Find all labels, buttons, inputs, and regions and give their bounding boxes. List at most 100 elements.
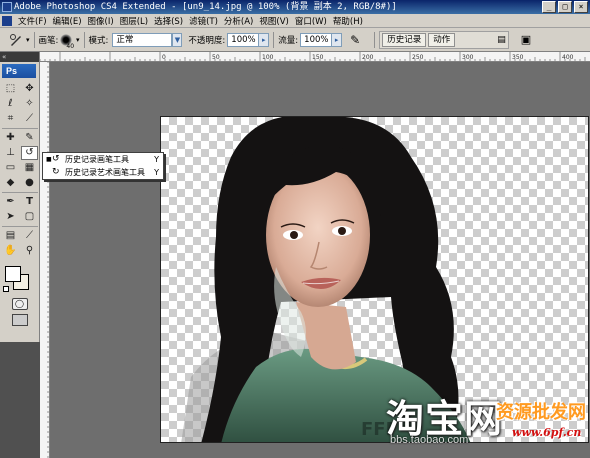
notes-tool-icon[interactable]: ▤ bbox=[2, 229, 19, 243]
quick-mask-icon[interactable]: ◯ bbox=[11, 298, 28, 310]
menu-view[interactable]: 视图(V) bbox=[256, 15, 291, 27]
site-cn-watermark: 资源批发网 bbox=[496, 402, 586, 423]
opacity-field[interactable]: 100% bbox=[227, 32, 260, 47]
maximize-button[interactable]: □ bbox=[558, 1, 572, 13]
ruler-label: 300 bbox=[462, 54, 474, 61]
portrait-photo: FFF bbox=[181, 117, 471, 442]
close-button[interactable]: × bbox=[574, 1, 588, 13]
ruler-label: 0 bbox=[162, 54, 166, 61]
opacity-slider-arrow-icon[interactable]: ▸ bbox=[259, 32, 270, 47]
ruler-label: 150 bbox=[312, 54, 324, 61]
menu-bar: 文件(F) 编辑(E) 图像(I) 图层(L) 选择(S) 滤镜(T) 分析(A… bbox=[0, 14, 590, 28]
opacity-label: 不透明度: bbox=[188, 35, 226, 46]
selected-bullet-icon: ■ bbox=[46, 156, 52, 163]
flyout-item-art-history-brush[interactable]: ↻ 历史记录艺术画笔工具 Y bbox=[43, 166, 163, 179]
airbrush-icon[interactable]: ✎ bbox=[350, 33, 360, 47]
mode-label: 模式: bbox=[88, 35, 109, 46]
options-bar: ▾ 画笔: 40 ▾ 模式: 正常 ▼ 不透明度: 100% ▸ 流量: 100… bbox=[0, 28, 590, 52]
flow-label: 流量: bbox=[278, 35, 299, 46]
move-tool-icon[interactable]: ✥ bbox=[21, 82, 38, 96]
screen-mode-icon[interactable] bbox=[11, 314, 28, 326]
tab-actions[interactable]: 动作 bbox=[428, 32, 456, 47]
site-url-watermark: www.6pf.cn bbox=[512, 426, 582, 439]
toolbox-collapse-icon[interactable]: « bbox=[0, 52, 39, 62]
menu-image[interactable]: 图像(I) bbox=[85, 15, 117, 27]
shortcut-key: Y bbox=[154, 155, 159, 164]
tab-history[interactable]: 历史记录 bbox=[382, 32, 427, 47]
hand-tool-icon[interactable]: ✋ bbox=[2, 244, 19, 258]
menu-file[interactable]: 文件(F) bbox=[15, 15, 50, 27]
menu-help[interactable]: 帮助(H) bbox=[330, 15, 366, 27]
path-selection-tool-icon[interactable]: ➤ bbox=[2, 210, 19, 224]
gradient-tool-icon[interactable]: ▦ bbox=[21, 161, 38, 175]
history-brush-tool-icon[interactable]: ↺ bbox=[21, 146, 38, 160]
type-tool-icon[interactable]: T bbox=[21, 195, 38, 209]
eraser-tool-icon[interactable]: ▭ bbox=[2, 161, 19, 175]
zoom-tool-icon[interactable]: ⚲ bbox=[21, 244, 38, 258]
magic-wand-tool-icon[interactable]: ✧ bbox=[21, 97, 38, 111]
brush-size: 40 bbox=[66, 43, 75, 50]
minimize-button[interactable]: _ bbox=[542, 1, 556, 13]
shortcut-key: Y bbox=[154, 168, 159, 177]
toolbox: « Ps ⬚ ✥ ℓ ✧ ⌗ ⟋ ✚ ✎ ⊥ ↺ ▭ ▦ ◆ ● ✒ T ➤ ▢… bbox=[0, 52, 40, 342]
art-history-brush-icon: ↻ bbox=[52, 167, 60, 177]
document-workspace: FFF 淘宝网 bbs.taobao.com 资源批发网 www.6pf.cn bbox=[50, 62, 590, 458]
panel-dock: 历史记录 动作 ▤ bbox=[379, 30, 509, 49]
default-colors-icon[interactable] bbox=[3, 286, 9, 292]
mode-select[interactable]: 正常 bbox=[112, 32, 173, 47]
menu-window[interactable]: 窗口(W) bbox=[292, 15, 330, 27]
lasso-tool-icon[interactable]: ℓ bbox=[2, 97, 19, 111]
ruler-horizontal: 0 50 100 150 200 250 300 350 400 bbox=[40, 52, 590, 62]
menu-select[interactable]: 选择(S) bbox=[151, 15, 186, 27]
tool-preset-picker[interactable] bbox=[6, 31, 26, 49]
panel-menu-icon[interactable]: ▤ bbox=[497, 35, 506, 45]
flow-field[interactable]: 100% bbox=[300, 32, 333, 47]
photoshop-app-icon bbox=[2, 2, 12, 12]
ruler-label: 250 bbox=[412, 54, 424, 61]
menu-edit[interactable]: 编辑(E) bbox=[50, 15, 85, 27]
crop-tool-icon[interactable]: ⌗ bbox=[2, 112, 19, 126]
flyout-item-label: 历史记录画笔工具 bbox=[65, 155, 129, 164]
ruler-vertical bbox=[40, 62, 50, 458]
divider bbox=[374, 31, 376, 48]
brush-label: 画笔: bbox=[38, 35, 59, 46]
pen-tool-icon[interactable]: ✒ bbox=[2, 195, 19, 209]
foreground-color[interactable] bbox=[5, 266, 21, 282]
eyedropper-sample-tool-icon[interactable]: ⟋ bbox=[21, 229, 38, 243]
menu-layer[interactable]: 图层(L) bbox=[117, 15, 151, 27]
mode-dropdown-icon[interactable]: ▼ bbox=[172, 32, 183, 47]
shape-tool-icon[interactable]: ▢ bbox=[21, 210, 38, 224]
ruler-label: 400 bbox=[562, 54, 574, 61]
blur-tool-icon[interactable]: ◆ bbox=[2, 176, 19, 190]
ruler-label: 350 bbox=[512, 54, 524, 61]
ruler-label: 50 bbox=[212, 54, 220, 61]
clone-stamp-tool-icon[interactable]: ⊥ bbox=[2, 146, 19, 160]
brush-tool-icon[interactable]: ✎ bbox=[21, 131, 38, 145]
history-brush-icon bbox=[10, 33, 21, 46]
divider bbox=[83, 31, 85, 48]
healing-brush-tool-icon[interactable]: ✚ bbox=[2, 131, 19, 145]
image-canvas[interactable]: FFF bbox=[160, 116, 589, 443]
ruler-label: 100 bbox=[262, 54, 274, 61]
brush-dropdown-arrow-icon[interactable]: ▾ bbox=[76, 36, 80, 44]
photoshop-logo[interactable]: Ps bbox=[2, 64, 36, 78]
window-title: Adobe Photoshop CS4 Extended - [un9_14.j… bbox=[14, 2, 397, 12]
title-bar: Adobe Photoshop CS4 Extended - [un9_14.j… bbox=[0, 0, 590, 14]
history-brush-flyout: ■ ↺ 历史记录画笔工具 Y ↻ 历史记录艺术画笔工具 Y bbox=[42, 152, 164, 180]
divider bbox=[33, 31, 35, 48]
divider bbox=[273, 31, 275, 48]
marquee-tool-icon[interactable]: ⬚ bbox=[2, 82, 19, 96]
ruler-label: 200 bbox=[362, 54, 374, 61]
dodge-tool-icon[interactable]: ● bbox=[21, 176, 38, 190]
menu-filter[interactable]: 滤镜(T) bbox=[186, 15, 221, 27]
flyout-item-label: 历史记录艺术画笔工具 bbox=[65, 168, 145, 177]
taobao-url-watermark: bbs.taobao.com bbox=[390, 434, 469, 446]
workspace-menu-icon[interactable]: ▣ bbox=[521, 33, 531, 46]
preset-dropdown-arrow-icon[interactable]: ▾ bbox=[26, 36, 30, 44]
history-brush-icon: ↺ bbox=[52, 154, 60, 164]
eyedropper-tool-icon[interactable]: ⟋ bbox=[21, 112, 38, 126]
flyout-item-history-brush[interactable]: ■ ↺ 历史记录画笔工具 Y bbox=[43, 153, 163, 166]
menu-analysis[interactable]: 分析(A) bbox=[221, 15, 256, 27]
flow-slider-arrow-icon[interactable]: ▸ bbox=[332, 32, 343, 47]
ps-menu-icon[interactable] bbox=[2, 15, 12, 26]
